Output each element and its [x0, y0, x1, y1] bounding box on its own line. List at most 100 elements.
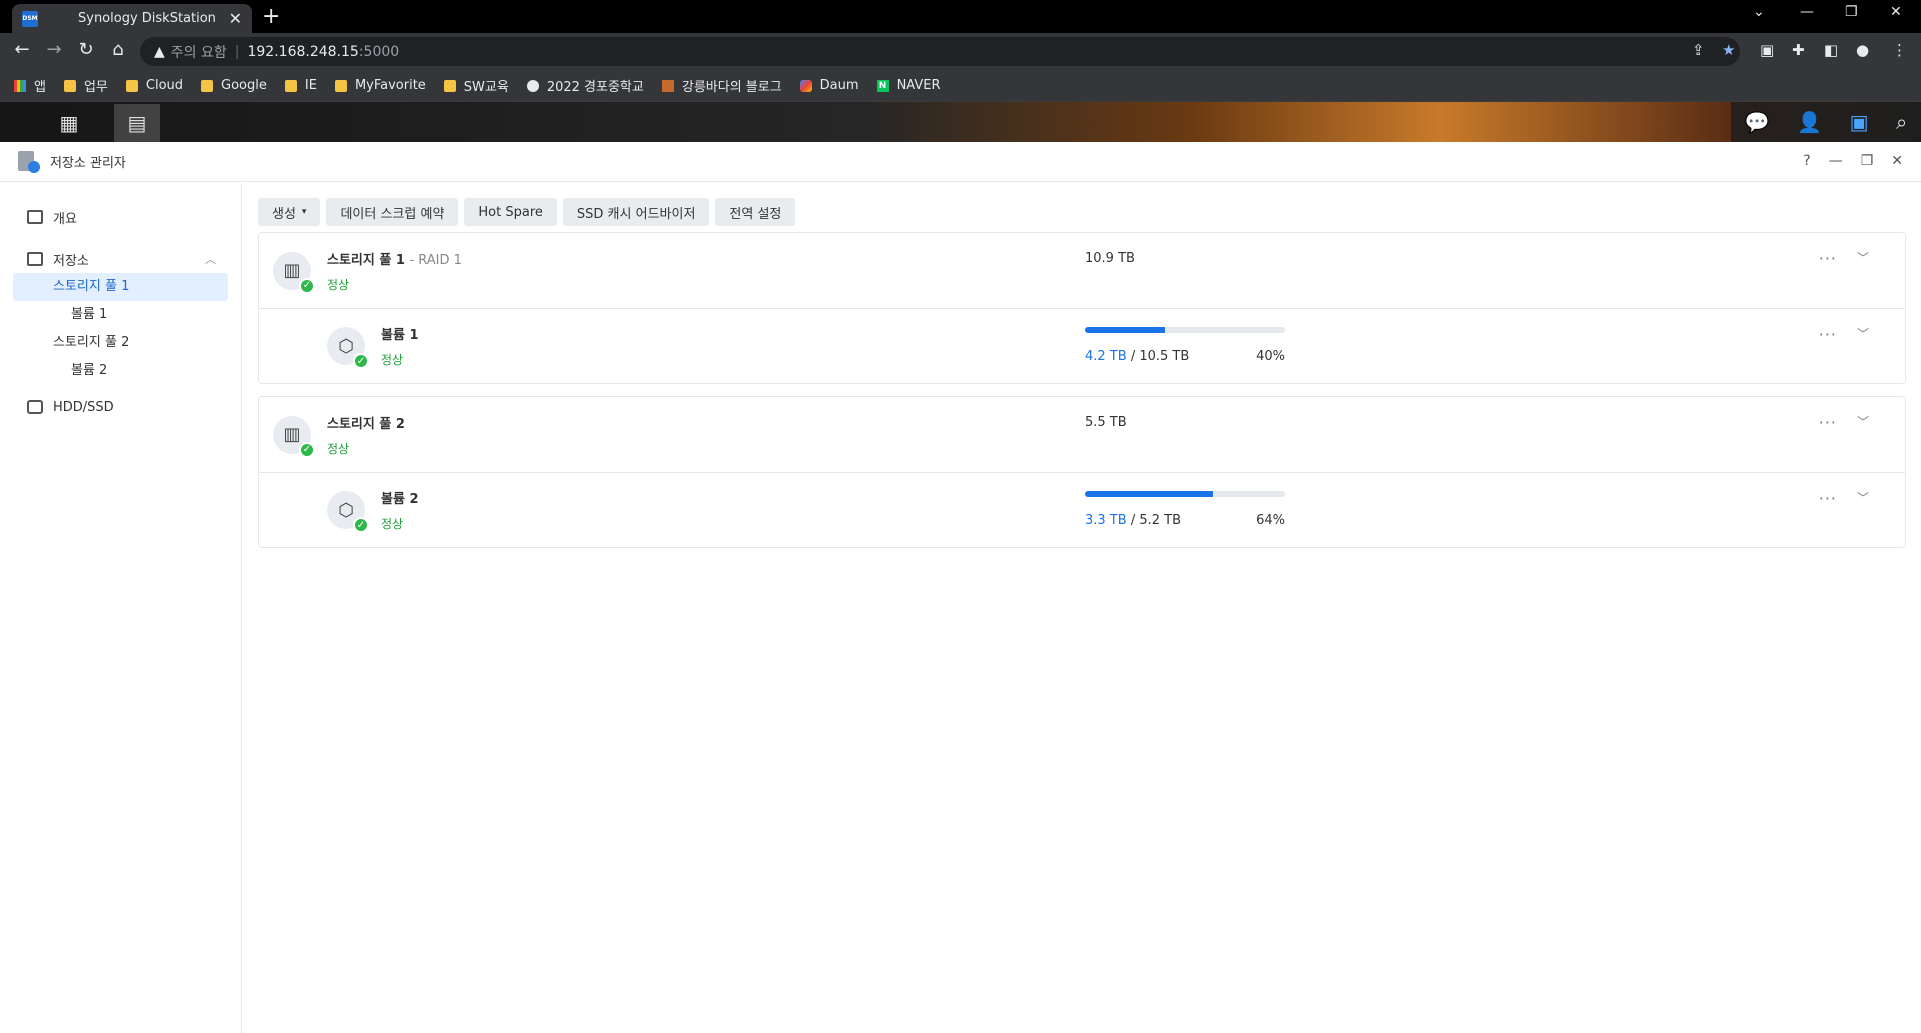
action-toolbar: 생성 ▾ 데이터 스크럽 예약 Hot Spare SSD 캐시 어드바이저 전역…: [258, 198, 1906, 226]
more-options-icon[interactable]: ···: [1819, 249, 1837, 268]
user-icon[interactable]: 👤: [1797, 110, 1822, 134]
bookmark-label: SW교육: [463, 80, 509, 95]
bookmark-apps[interactable]: 앱: [14, 76, 46, 95]
storage-manager-taskbar-icon[interactable]: ▤: [114, 104, 160, 142]
folder-icon: [443, 79, 456, 92]
sidebar-item-hdd-ssd[interactable]: HDD/SSD: [13, 393, 228, 421]
sidebar-item-pool-2[interactable]: 스토리지 풀 2: [13, 329, 228, 357]
bookmark-link[interactable]: 강릉바다의 블로그: [661, 76, 782, 95]
bookmark-star-icon[interactable]: ★: [1722, 41, 1735, 59]
side-panel-icon[interactable]: ◧: [1824, 41, 1838, 59]
more-options-icon[interactable]: ···: [1819, 489, 1837, 508]
bookmark-label: 업무: [83, 80, 108, 95]
folder-icon: [334, 79, 347, 92]
divider: |: [234, 43, 240, 60]
create-button[interactable]: 생성 ▾: [258, 198, 321, 226]
chevron-down-icon[interactable]: ﹀: [1857, 325, 1869, 342]
check-icon: ✓: [353, 517, 369, 533]
home-icon[interactable]: ⌂: [106, 39, 130, 60]
bookmark-folder[interactable]: SW교육: [443, 76, 509, 95]
close-icon[interactable]: ✕: [1891, 153, 1903, 169]
chevron-down-icon[interactable]: ﹀: [1857, 489, 1869, 506]
check-icon: ✓: [353, 353, 369, 369]
menu-icon[interactable]: ⋮: [1892, 41, 1907, 59]
notifications-icon[interactable]: 💬: [1745, 110, 1770, 134]
storage-icon: [27, 252, 43, 266]
chevron-up-icon[interactable]: ︿: [205, 251, 216, 267]
usage-bar: [1085, 491, 1285, 497]
window-titlebar: 저장소 관리자 ? — ❐ ✕: [0, 142, 1921, 182]
new-tab-button[interactable]: +: [262, 4, 280, 29]
bookmark-folder[interactable]: IE: [284, 78, 317, 93]
storage-pool-row[interactable]: ▥ ✓ 스토리지 풀 2 정상 5.5 TB ··· ﹀: [259, 397, 1905, 472]
bookmark-folder[interactable]: Cloud: [125, 78, 183, 93]
browser-tab[interactable]: DSM Synology DiskStation ✕: [12, 4, 252, 33]
reload-icon[interactable]: ↻: [74, 39, 98, 60]
bookmark-link[interactable]: Daum: [799, 78, 859, 93]
window-controls: ? — ❐ ✕: [1803, 153, 1903, 169]
search-icon[interactable]: ⌕: [1896, 110, 1907, 134]
sidebar-item-volume-1[interactable]: 볼륨 1: [13, 301, 228, 329]
bookmark-label: 2022 경포중학교: [546, 80, 644, 95]
restore-button[interactable]: ❐: [1845, 4, 1858, 20]
tab-search-icon[interactable]: ⌄: [1753, 4, 1765, 20]
global-settings-button[interactable]: 전역 설정: [715, 198, 796, 226]
bookmark-link[interactable]: 2022 경포중학교: [526, 76, 644, 95]
folder-icon: [284, 79, 297, 92]
close-window-button[interactable]: ✕: [1890, 4, 1902, 20]
sidebar-item-label: 개요: [53, 211, 77, 227]
folder-icon: [201, 79, 214, 92]
help-icon[interactable]: ?: [1803, 153, 1810, 169]
storage-pool-row[interactable]: ▥ ✓ 스토리지 풀 1 - RAID 1 정상 10.9 TB ··· ﹀: [259, 233, 1905, 308]
bookmark-folder[interactable]: 업무: [63, 76, 108, 95]
maximize-icon[interactable]: ❐: [1861, 153, 1874, 169]
ssd-cache-advisor-button[interactable]: SSD 캐시 어드바이저: [562, 198, 710, 226]
sidebar-item-pool-1[interactable]: 스토리지 풀 1: [13, 273, 228, 301]
sidebar-item-storage[interactable]: 저장소 ︿: [13, 245, 228, 273]
profile-avatar[interactable]: ●: [1856, 41, 1869, 59]
overview-icon: [27, 210, 43, 224]
widgets-icon[interactable]: ▣: [1850, 110, 1869, 134]
storage-manager-window: 저장소 관리자 ? — ❐ ✕ 개요 저장소 ︿ 스토리지 풀 1 볼륨 1 스…: [0, 142, 1921, 1033]
pool-capacity: 10.9 TB: [1085, 251, 1135, 266]
sidebar-item-overview[interactable]: 개요: [13, 203, 228, 231]
share-icon[interactable]: ⇪: [1692, 41, 1705, 59]
usage-percent: 40%: [1256, 349, 1285, 364]
warning-icon[interactable]: ▲: [154, 44, 165, 60]
forward-icon[interactable]: →: [42, 39, 66, 60]
storage-manager-icon: [18, 150, 40, 173]
volume-icon: ⬡ ✓: [327, 327, 369, 369]
bookmark-folder[interactable]: Google: [201, 78, 267, 93]
storage-pool-icon: ▥ ✓: [273, 251, 315, 294]
data-scrub-schedule-button[interactable]: 데이터 스크럽 예약: [326, 198, 459, 226]
close-tab-icon[interactable]: ✕: [229, 9, 242, 28]
back-icon[interactable]: ←: [10, 39, 34, 60]
storage-pool-icon: ▥ ✓: [273, 415, 315, 458]
bookmark-link[interactable]: N NAVER: [876, 78, 941, 93]
pool-name: 스토리지 풀 1: [327, 252, 405, 268]
extension-icon[interactable]: ▣: [1760, 41, 1774, 59]
total-capacity: / 10.5 TB: [1130, 349, 1190, 364]
url-port: :5000: [358, 43, 400, 60]
usage-meter: 3.3 TB / 5.2 TB 64%: [1085, 491, 1285, 528]
volume-row[interactable]: ⬡ ✓ 볼륨 2 정상 3.3 TB / 5.2 TB 64% ··· ﹀: [259, 472, 1905, 547]
volume-name: 볼륨 2: [381, 492, 419, 507]
volume-row[interactable]: ⬡ ✓ 볼륨 1 정상 4.2 TB / 10.5 TB 40% ··· ﹀: [259, 308, 1905, 383]
more-options-icon[interactable]: ···: [1819, 413, 1837, 432]
storage-pool-card: ▥ ✓ 스토리지 풀 2 정상 5.5 TB ··· ﹀ ⬡ ✓ 볼륨 2 정상 3…: [258, 396, 1906, 548]
chevron-down-icon[interactable]: ﹀: [1857, 413, 1869, 430]
security-label[interactable]: 주의 요함: [171, 42, 227, 62]
minimize-button[interactable]: —: [1800, 4, 1814, 20]
hot-spare-button[interactable]: Hot Spare: [464, 198, 557, 226]
address-bar[interactable]: ▲ 주의 요함 | 192.168.248.15 :5000: [140, 37, 1740, 66]
chevron-down-icon[interactable]: ﹀: [1857, 249, 1869, 266]
pool-capacity: 5.5 TB: [1085, 415, 1127, 430]
minimize-icon[interactable]: —: [1829, 153, 1843, 169]
bookmark-folder[interactable]: MyFavorite: [334, 78, 426, 93]
more-options-icon[interactable]: ···: [1819, 325, 1837, 344]
check-icon: ✓: [299, 277, 315, 294]
puzzle-icon[interactable]: ✚: [1792, 41, 1805, 59]
main-menu-icon[interactable]: ▦: [46, 104, 92, 142]
hdd-icon: [27, 400, 43, 414]
sidebar-item-volume-2[interactable]: 볼륨 2: [13, 357, 228, 385]
